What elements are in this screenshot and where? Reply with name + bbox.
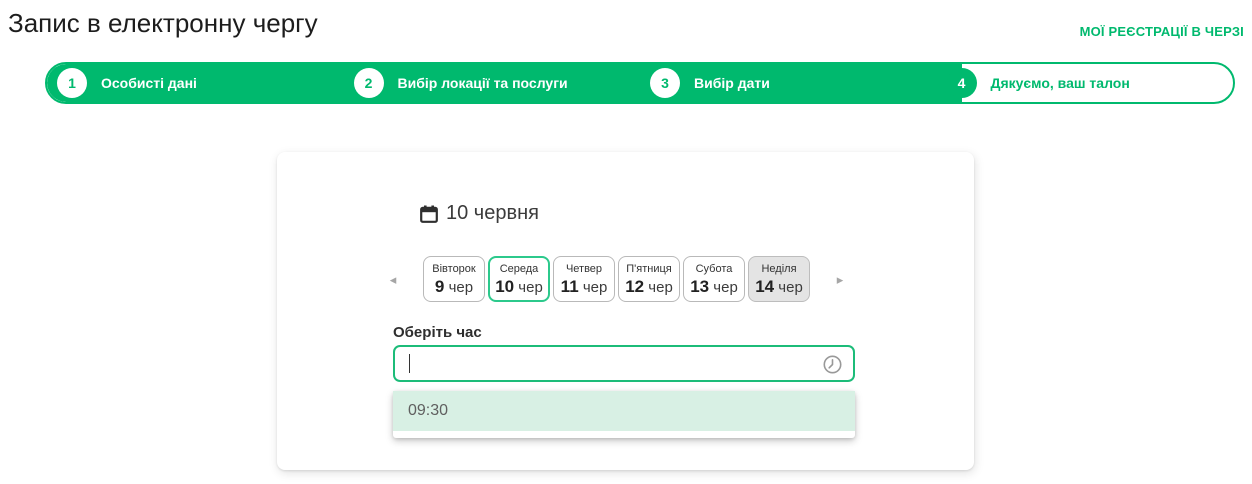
step-label: Вибір дати	[694, 75, 770, 91]
step-personal-data[interactable]: 1 Особисті дані	[47, 64, 344, 102]
selected-date-heading: 10 червня	[419, 202, 539, 225]
day-card-sunday-disabled: Неділя 14 чер	[748, 256, 810, 302]
booking-card: 10 червня ◂ Вівторок 9 чер Середа 10 чер…	[277, 152, 974, 470]
day-number: 13	[690, 276, 710, 296]
day-card-friday[interactable]: П'ятниця 12 чер	[618, 256, 680, 302]
time-option-0930[interactable]: 09:30	[393, 391, 855, 431]
step-label: Вибір локації та послуги	[397, 75, 568, 91]
day-name: Четвер	[565, 262, 603, 275]
day-month: чер	[648, 278, 673, 296]
day-month: чер	[448, 278, 474, 296]
step-number-badge: 1	[57, 68, 87, 98]
day-number: 12	[625, 276, 645, 296]
time-select-label: Оберіть час	[393, 324, 482, 341]
wizard-stepper: 1 Особисті дані 2 Вибір локації та послу…	[45, 62, 1235, 104]
step-label: Дякуємо, ваш талон	[990, 75, 1130, 91]
day-number: 11	[560, 276, 579, 296]
time-input[interactable]	[393, 345, 855, 382]
day-picker: ◂ Вівторок 9 чер Середа 10 чер Четвер 11…	[387, 256, 846, 302]
step-number-badge: 3	[650, 68, 680, 98]
day-month: чер	[713, 278, 738, 296]
step-label: Особисті дані	[101, 75, 197, 91]
step-number-badge: 4	[946, 68, 977, 98]
time-options-dropdown: 09:30	[393, 391, 855, 438]
step-date-choice[interactable]: 3 Вибір дати	[640, 64, 937, 102]
next-days-arrow-icon[interactable]: ▸	[834, 273, 846, 286]
day-name: Середа	[499, 262, 539, 275]
page-title: Запис в електронну чергу	[8, 8, 318, 38]
day-month: чер	[582, 278, 608, 296]
day-card-saturday[interactable]: Субота 13 чер	[683, 256, 745, 302]
day-name: П'ятниця	[626, 262, 672, 275]
day-card-thursday[interactable]: Четвер 11 чер	[553, 256, 615, 302]
day-month: чер	[778, 278, 803, 296]
day-name: Неділя	[761, 262, 797, 275]
text-caret	[409, 354, 410, 373]
day-month: чер	[518, 278, 543, 296]
step-location-service[interactable]: 2 Вибір локації та послуги	[344, 64, 641, 102]
day-number: 10	[495, 276, 515, 296]
clock-icon	[823, 355, 842, 374]
step-number-badge: 2	[353, 68, 384, 98]
selected-date-text: 10 червня	[446, 202, 539, 224]
prev-days-arrow-icon[interactable]: ◂	[387, 273, 399, 286]
day-number: 14	[755, 276, 775, 296]
step-ticket[interactable]: 4 Дякуємо, ваш талон	[937, 64, 1234, 102]
day-number: 9	[434, 276, 445, 296]
day-name: Вівторок	[432, 262, 476, 275]
day-card-wednesday-selected[interactable]: Середа 10 чер	[488, 256, 550, 302]
queue-booking-page: Запис в електронну чергу МОЇ РЕЄСТРАЦІЇ …	[0, 0, 1252, 484]
calendar-icon	[420, 205, 438, 223]
day-card-tuesday[interactable]: Вівторок 9 чер	[423, 256, 485, 302]
day-name: Субота	[695, 262, 733, 275]
my-registrations-link[interactable]: МОЇ РЕЄСТРАЦІЇ В ЧЕРЗІ	[1080, 24, 1244, 39]
